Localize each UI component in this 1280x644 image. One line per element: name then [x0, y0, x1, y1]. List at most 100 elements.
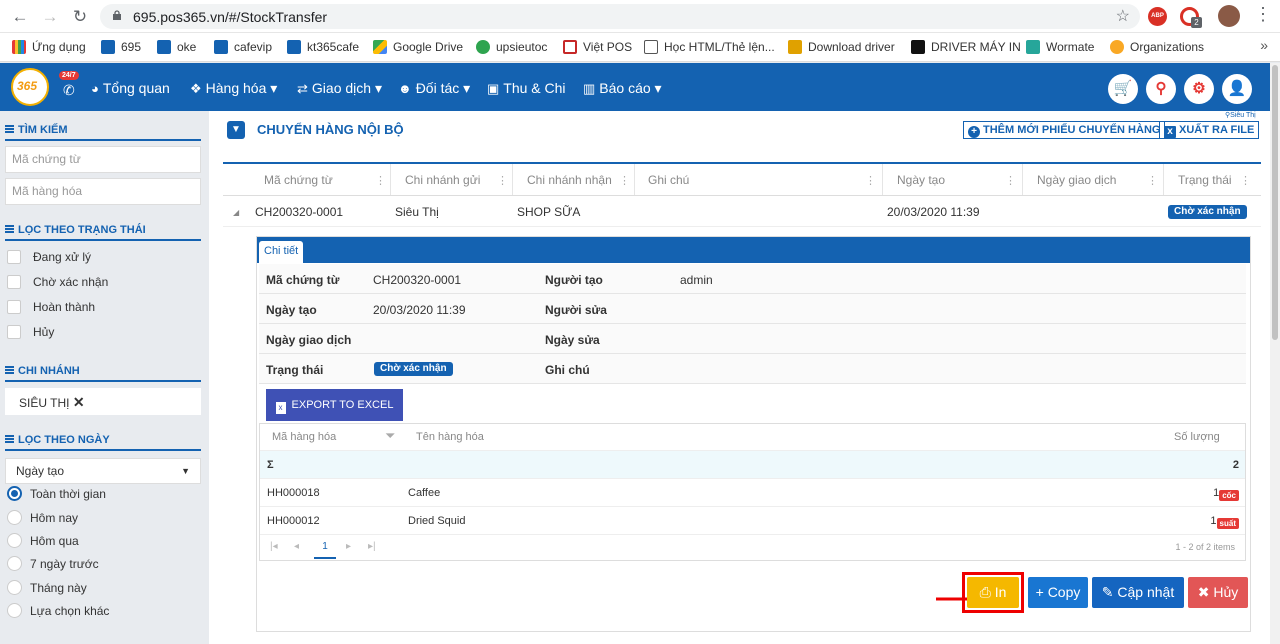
pager-last-icon[interactable]: ▸|: [368, 541, 376, 552]
checkbox[interactable]: [7, 275, 21, 289]
bookmark-kt365cafe[interactable]: kt365cafe: [287, 39, 359, 55]
bookmark-vietpos[interactable]: Việt POS: [563, 39, 632, 55]
bookmark-html[interactable]: Học HTML/Thẻ lện...: [644, 39, 775, 55]
radio[interactable]: [7, 580, 22, 595]
date-field-select[interactable]: Ngày tạo ▼: [5, 458, 201, 484]
date-option-custom[interactable]: Lựa chọn khác: [7, 602, 109, 620]
add-transfer-button[interactable]: + THÊM MỚI PHIẾU CHUYỂN HÀNG: [963, 121, 1166, 139]
tab-detail[interactable]: Chi tiết: [259, 241, 304, 263]
page-scrollbar[interactable]: [1270, 63, 1280, 644]
user-icon[interactable]: 👤: [1222, 74, 1252, 104]
filter-toggle-icon[interactable]: ▼: [227, 121, 245, 139]
col-item-name[interactable]: Tên hàng hóa: [416, 431, 484, 443]
col-from-branch[interactable]: Chi nhánh gửi: [405, 173, 480, 187]
update-button[interactable]: ✎ Cập nhật: [1092, 577, 1184, 608]
table-row[interactable]: ◢ CH200320-0001 Siêu Thị SHOP SỮA 20/03/…: [223, 197, 1261, 227]
col-qty[interactable]: Số lượng: [1174, 431, 1220, 443]
status-filter-completed[interactable]: Hoàn thành: [7, 298, 95, 316]
scrollbar-thumb[interactable]: [1272, 65, 1278, 340]
extension-icon[interactable]: 2: [1180, 7, 1202, 28]
status-filter-cancelled[interactable]: Hủy: [7, 323, 54, 341]
column-menu-icon[interactable]: ⋮: [1005, 174, 1016, 187]
adblock-icon[interactable]: ABP: [1148, 7, 1167, 26]
menu-doi-tac[interactable]: ☻ Đối tác ▾: [398, 79, 470, 98]
date-option-7days[interactable]: 7 ngày trước: [7, 555, 99, 573]
bookmark-star-icon[interactable]: ☆: [1116, 6, 1130, 26]
menu-giao-dich[interactable]: ⇄ Giao dịch ▾: [297, 79, 382, 98]
logo[interactable]: 365: [11, 68, 49, 106]
location-icon[interactable]: ⚲: [1146, 74, 1176, 104]
table-row[interactable]: HH000012 Dried Squid 1 suất: [260, 507, 1245, 535]
cancel-button[interactable]: ✖ Hủy: [1188, 577, 1248, 608]
date-option-yesterday[interactable]: Hôm qua: [7, 532, 79, 550]
checkbox[interactable]: [7, 300, 21, 314]
bookmark-oke[interactable]: oke: [157, 39, 196, 55]
menu-thu-chi[interactable]: ▣ Thu & Chi: [487, 79, 566, 98]
export-file-button[interactable]: x XUẤT RA FILE: [1159, 121, 1260, 139]
copy-button[interactable]: + Copy: [1028, 577, 1088, 608]
col-status[interactable]: Trạng thái: [1178, 173, 1232, 187]
pager-next-icon[interactable]: ▸: [346, 541, 351, 552]
pager-prev-icon[interactable]: ◂: [294, 541, 299, 552]
phone-icon[interactable]: ✆: [63, 82, 75, 99]
radio[interactable]: [7, 510, 22, 525]
status-filter-processing[interactable]: Đang xử lý: [7, 248, 91, 266]
bookmark-driver-may-in[interactable]: DRIVER MÁY IN: [911, 39, 1021, 55]
collapse-caret-icon[interactable]: ◢: [233, 208, 239, 217]
bookmark-upsieutoc[interactable]: upsieutoc: [476, 39, 547, 55]
profile-avatar[interactable]: [1218, 5, 1240, 27]
column-menu-icon[interactable]: ⋮: [497, 174, 508, 187]
address-bar[interactable]: 695.pos365.vn/#/StockTransfer ☆: [100, 4, 1140, 29]
col-note[interactable]: Ghi chú: [648, 173, 689, 187]
date-option-all[interactable]: Toàn thời gian: [7, 485, 106, 503]
column-menu-icon[interactable]: ⋮: [619, 174, 630, 187]
checkbox[interactable]: [7, 325, 21, 339]
branch-selector[interactable]: SIÊU THỊ ✕: [5, 388, 201, 415]
pager-page-1[interactable]: 1: [314, 534, 336, 559]
col-item-code[interactable]: Mã hàng hóa: [272, 431, 336, 443]
cart-icon[interactable]: 🛒: [1108, 74, 1138, 104]
column-menu-icon[interactable]: ⋮: [375, 174, 386, 187]
bookmark-google-drive[interactable]: Google Drive: [373, 39, 463, 55]
pager-first-icon[interactable]: |◂: [270, 541, 278, 552]
browser-menu-icon[interactable]: ⋮: [1254, 4, 1272, 25]
menu-bao-cao[interactable]: ▥ Báo cáo ▾: [583, 79, 662, 98]
print-button[interactable]: ⎙ In: [967, 577, 1019, 608]
export-excel-button[interactable]: x EXPORT TO EXCEL: [266, 389, 403, 421]
radio-selected[interactable]: [7, 486, 22, 501]
col-to-branch[interactable]: Chi nhánh nhận: [527, 173, 612, 187]
col-trans-date[interactable]: Ngày giao dịch: [1037, 173, 1116, 187]
back-icon[interactable]: ←: [9, 6, 31, 28]
bookmark-download-driver[interactable]: Download driver: [788, 39, 895, 55]
col-doc-code[interactable]: Mã chứng từ: [264, 173, 333, 187]
filter-funnel-icon[interactable]: ⏷: [385, 428, 395, 444]
column-menu-icon[interactable]: ⋮: [1240, 174, 1251, 187]
remove-branch-icon[interactable]: ✕: [73, 394, 85, 410]
date-option-this-month[interactable]: Tháng này: [7, 579, 87, 597]
url-text[interactable]: 695.pos365.vn/#/StockTransfer: [133, 9, 327, 25]
forward-icon[interactable]: →: [39, 6, 61, 28]
menu-tong-quan[interactable]: ◕ Tổng quan: [91, 79, 170, 98]
col-created[interactable]: Ngày tạo: [897, 173, 945, 187]
bookmark-organizations[interactable]: Organizations: [1110, 39, 1204, 55]
radio[interactable]: [7, 533, 22, 548]
item-code-search-input[interactable]: Mã hàng hóa: [5, 178, 201, 205]
bookmark-apps[interactable]: Ứng dụng: [12, 39, 86, 55]
radio-label: Lựa chọn khác: [30, 604, 110, 618]
doc-code-search-input[interactable]: Mã chứng từ: [5, 146, 201, 173]
column-menu-icon[interactable]: ⋮: [865, 174, 876, 187]
radio[interactable]: [7, 603, 22, 618]
date-option-today[interactable]: Hôm nay: [7, 509, 78, 527]
bookmark-cafevip[interactable]: cafevip: [214, 39, 272, 55]
status-filter-pending[interactable]: Chờ xác nhận: [7, 273, 108, 291]
radio[interactable]: [7, 556, 22, 571]
menu-hang-hoa[interactable]: ❖ Hàng hóa ▾: [190, 79, 277, 98]
settings-gear-icon[interactable]: ⚙: [1184, 74, 1214, 104]
bookmarks-more-icon[interactable]: »: [1260, 37, 1268, 53]
checkbox[interactable]: [7, 250, 21, 264]
reload-icon[interactable]: ↻: [69, 6, 91, 28]
bookmark-wormate[interactable]: Wormate: [1026, 39, 1094, 55]
column-menu-icon[interactable]: ⋮: [1147, 174, 1158, 187]
bookmark-695[interactable]: 695: [101, 39, 141, 55]
table-row[interactable]: HH000018 Caffee 1 cốc: [260, 479, 1245, 507]
